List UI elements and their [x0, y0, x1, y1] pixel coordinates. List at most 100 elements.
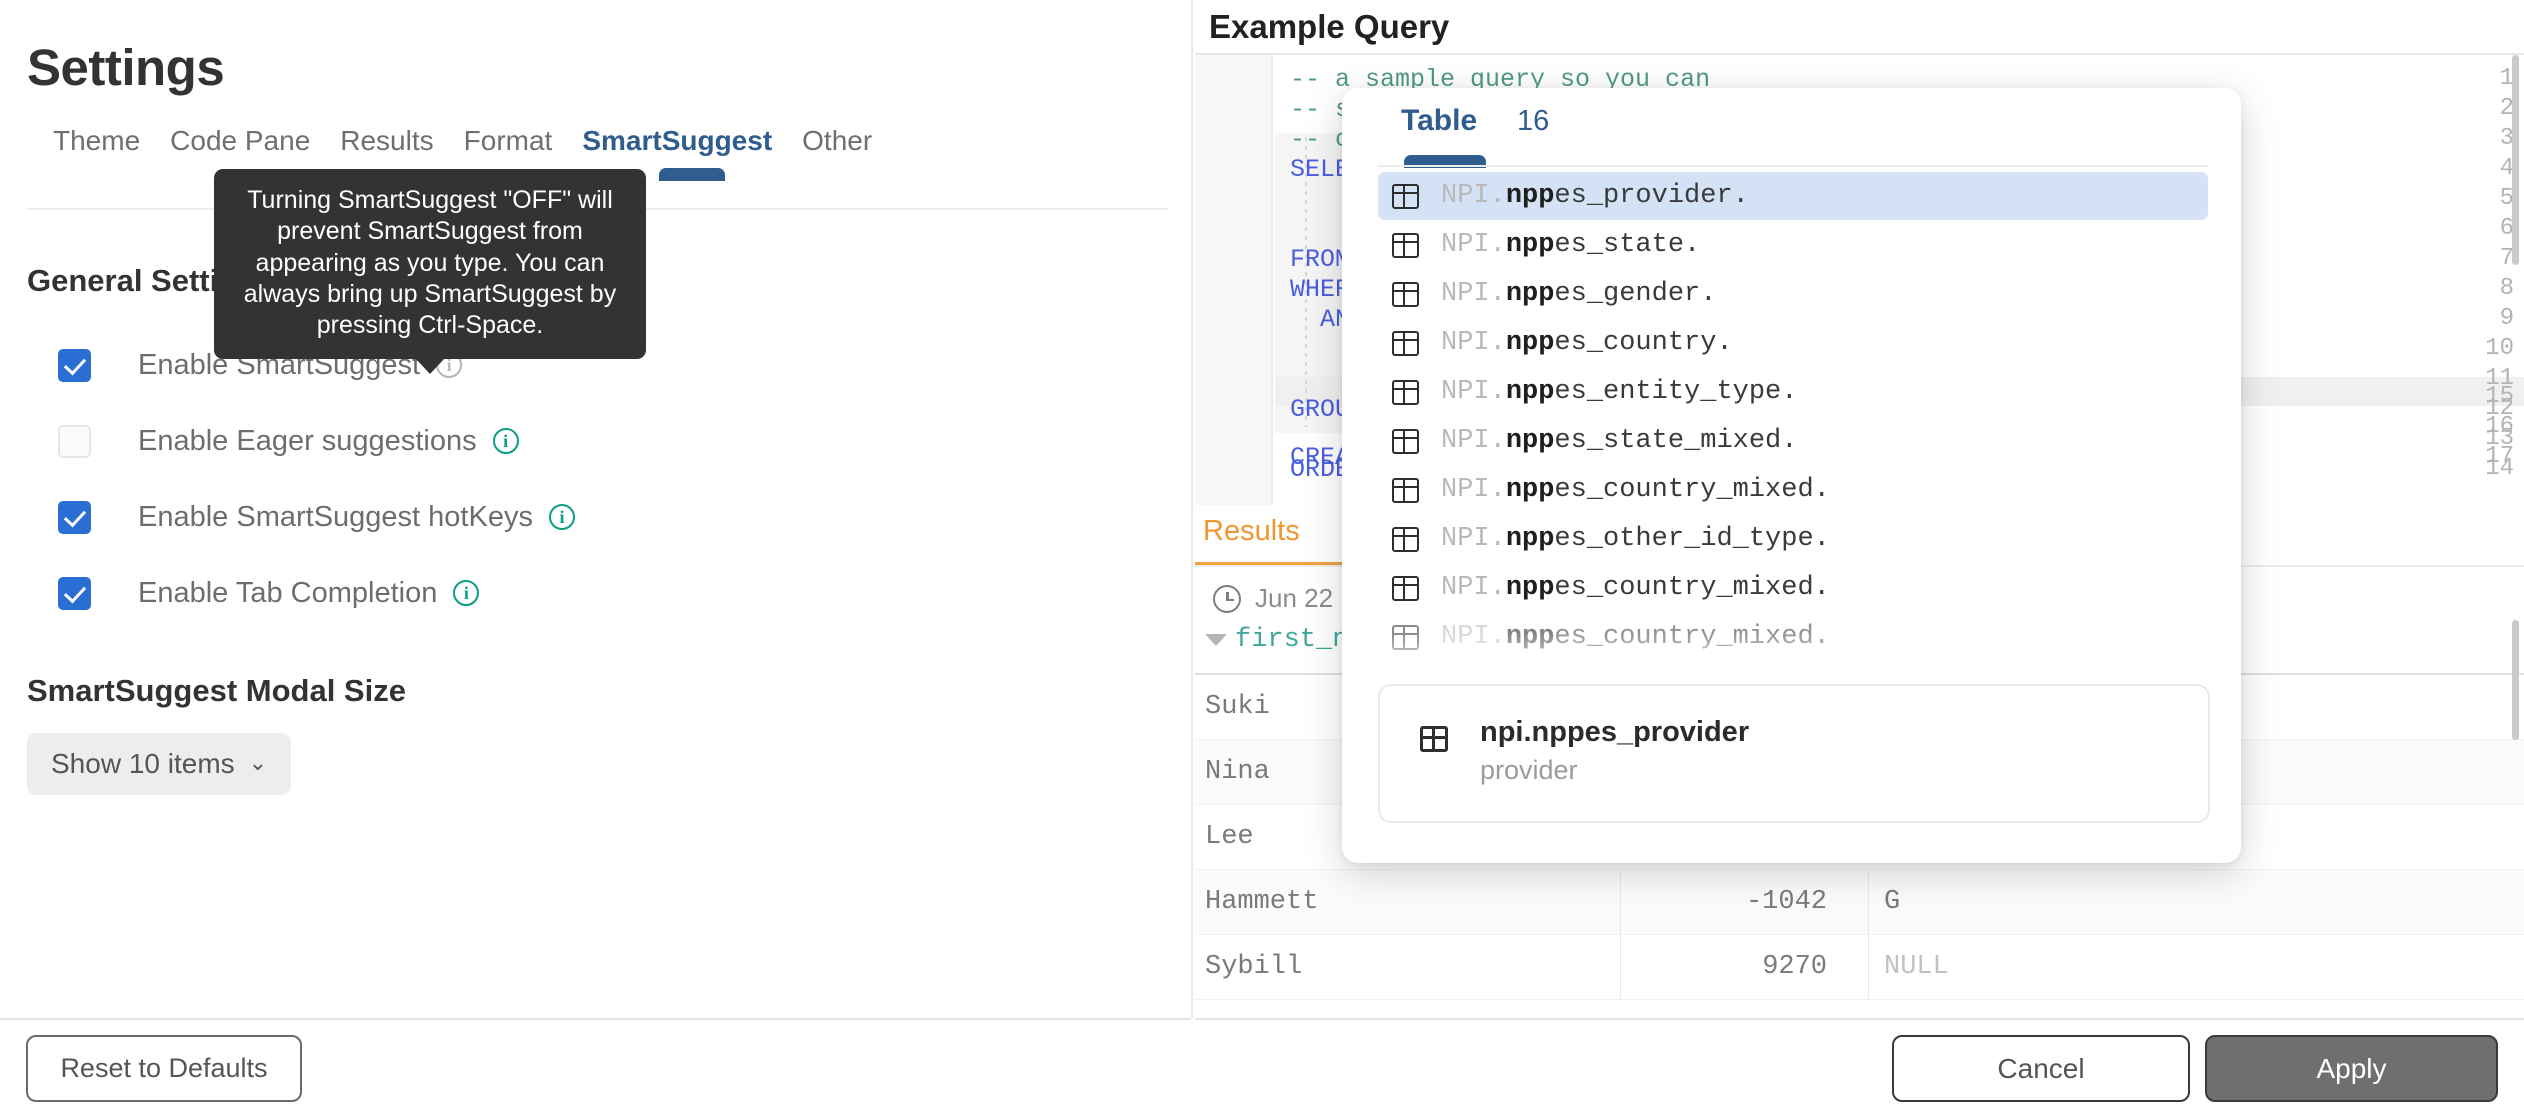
list-item[interactable]: NPI.nppes_provider.	[1378, 172, 2208, 220]
checkbox-enable-eager-suggestions[interactable]	[58, 424, 91, 458]
page-title: Settings	[27, 39, 225, 96]
cell-name: Sybill	[1205, 952, 1303, 982]
table-icon	[1392, 477, 1419, 503]
line-number-gutter	[1195, 55, 1273, 505]
checkbox-label-enable-tab-completion: Enable Tab Completion	[138, 576, 438, 609]
list-item-prefix: NPI.	[1441, 377, 1506, 407]
column-separator	[1620, 870, 1621, 935]
list-item[interactable]: NPI.nppes_state.	[1378, 221, 2208, 269]
smartsuggest-popup[interactable]: Table 16 NPI.nppes_provider. NPI.nppes_s…	[1342, 88, 2241, 863]
checkbox-enable-smartsuggest-hotkeys[interactable]	[58, 500, 91, 534]
list-item-rest: es_country_mixed.	[1554, 622, 1830, 652]
chevron-down-icon: ⌄	[248, 749, 268, 775]
smartsuggest-tooltip: Turning SmartSuggest "OFF" will prevent …	[214, 169, 646, 360]
checkbox-enable-tab-completion[interactable]	[58, 576, 91, 610]
cell-last: NULL	[1884, 952, 1949, 982]
code-line: FROM	[1290, 245, 1351, 274]
editor-scrollbar-thumb[interactable]	[2512, 55, 2519, 265]
list-item-match: npp	[1505, 426, 1555, 456]
clock-icon	[1213, 584, 1241, 613]
results-timestamp-text: Jun 22	[1255, 583, 1334, 613]
list-item[interactable]: NPI.nppes_country.	[1378, 319, 2208, 367]
pane-divider	[1191, 0, 1193, 1018]
list-item-rest: es_gender.	[1554, 279, 1717, 309]
code-line: AN	[1290, 305, 1351, 334]
settings-dialog: Settings Theme Code Pane Results Format …	[0, 0, 2524, 1118]
editor-scrollbar[interactable]	[2512, 55, 2522, 505]
smartsuggest-detail-card: npi.nppes_provider provider	[1378, 684, 2210, 823]
smartsuggest-tab-table[interactable]: Table	[1401, 104, 1477, 138]
checkbox-row-enable-tab-completion[interactable]: Enable Tab Completion i	[58, 573, 480, 613]
modal-size-heading: SmartSuggest Modal Size	[27, 673, 406, 708]
modal-size-value: Show 10 items	[51, 748, 235, 779]
line-number: 15	[2485, 383, 2514, 410]
list-item-rest: es_entity_type.	[1554, 377, 1798, 407]
list-item-match: npp	[1505, 230, 1555, 260]
list-item[interactable]: NPI.nppes_state_mixed.	[1378, 417, 2208, 465]
smartsuggest-list[interactable]: NPI.nppes_provider. NPI.nppes_state. NPI…	[1342, 172, 2241, 672]
list-item-prefix: NPI.	[1441, 230, 1506, 260]
list-item-prefix: NPI.	[1441, 475, 1506, 505]
checkbox-row-enable-smartsuggest-hotkeys[interactable]: Enable SmartSuggest hotKeys i	[58, 497, 575, 537]
list-item-prefix: NPI.	[1441, 622, 1506, 652]
list-item[interactable]: NPI.nppes_other_id_type.	[1378, 515, 2208, 563]
table-icon	[1392, 379, 1419, 405]
list-item-prefix: NPI.	[1441, 181, 1506, 211]
modal-size-dropdown[interactable]: Show 10 items ⌄	[27, 733, 292, 795]
list-item-label: NPI.nppes_country_mixed.	[1441, 475, 1830, 505]
list-item[interactable]: NPI.nppes_gender.	[1378, 270, 2208, 318]
list-item-match: npp	[1505, 279, 1555, 309]
line-number: 17	[2485, 443, 2514, 470]
checkbox-enable-smartsuggest[interactable]	[58, 348, 91, 382]
list-item-prefix: NPI.	[1441, 328, 1506, 358]
list-item[interactable]: NPI.nppes_country_mixed.	[1378, 466, 2208, 514]
info-icon-enable-tab-completion[interactable]: i	[453, 580, 480, 606]
results-timestamp: Jun 22	[1213, 583, 1333, 614]
column-separator	[1868, 870, 1869, 935]
list-item-match: npp	[1505, 622, 1555, 652]
footer-divider-left	[0, 1018, 1191, 1020]
smartsuggest-header-rule	[1378, 165, 2208, 167]
cell-number: 9270	[1762, 952, 1827, 982]
table-icon	[1392, 232, 1419, 258]
footer-divider-right	[1195, 1018, 2524, 1020]
info-icon-enable-smartsuggest-hotkeys[interactable]: i	[548, 504, 575, 530]
smartsuggest-table-count: 16	[1517, 105, 1550, 137]
cell-name: Lee	[1205, 822, 1254, 852]
checkbox-label-enable-smartsuggest-hotkeys: Enable SmartSuggest hotKeys	[138, 500, 533, 533]
results-scrollbar[interactable]	[2512, 620, 2522, 850]
cell-name: Suki	[1205, 692, 1270, 722]
apply-button[interactable]: Apply	[2205, 1035, 2498, 1102]
list-item-prefix: NPI.	[1441, 524, 1506, 554]
list-item-match: npp	[1505, 377, 1555, 407]
reset-to-defaults-button[interactable]: Reset to Defaults	[26, 1035, 302, 1102]
code-line: GROU	[1290, 395, 1351, 424]
cell-name: Nina	[1205, 757, 1270, 787]
table-row[interactable]: Hammett -1042 G	[1195, 870, 2524, 935]
checkbox-row-enable-eager-suggestions[interactable]: Enable Eager suggestions i	[58, 421, 519, 461]
table-icon	[1420, 726, 1448, 752]
list-item[interactable]: NPI.nppes_country_mixed.	[1378, 613, 2208, 661]
tab-results-panel[interactable]: Results	[1203, 515, 1300, 560]
cell-last: G	[1884, 887, 1901, 917]
info-icon-enable-eager-suggestions[interactable]: i	[492, 428, 519, 454]
list-item[interactable]: NPI.nppes_country_mixed.	[1378, 564, 2208, 612]
list-item-prefix: NPI.	[1441, 426, 1506, 456]
checkbox-label-enable-eager-suggestions: Enable Eager suggestions	[138, 424, 477, 457]
list-item-label: NPI.nppes_other_id_type.	[1441, 524, 1830, 554]
chevron-down-icon[interactable]	[1205, 634, 1227, 646]
table-row[interactable]: Sybill 9270 NULL	[1195, 935, 2524, 1000]
tab-theme[interactable]: Theme	[27, 125, 170, 181]
results-scrollbar-thumb[interactable]	[2512, 620, 2519, 740]
list-item-label: NPI.nppes_state.	[1441, 230, 1700, 260]
code-line: SELE	[1290, 155, 1351, 184]
list-item-label: NPI.nppes_gender.	[1441, 279, 1716, 309]
column-header-first-name[interactable]: first_n	[1205, 625, 1348, 655]
list-item-label: NPI.nppes_provider.	[1441, 181, 1749, 211]
list-item[interactable]: NPI.nppes_entity_type.	[1378, 368, 2208, 416]
list-item-match: npp	[1505, 573, 1555, 603]
list-item-match: npp	[1505, 328, 1555, 358]
cancel-button[interactable]: Cancel	[1892, 1035, 2190, 1102]
detail-subtitle: provider	[1480, 755, 1578, 785]
tab-other[interactable]: Other	[802, 125, 902, 181]
